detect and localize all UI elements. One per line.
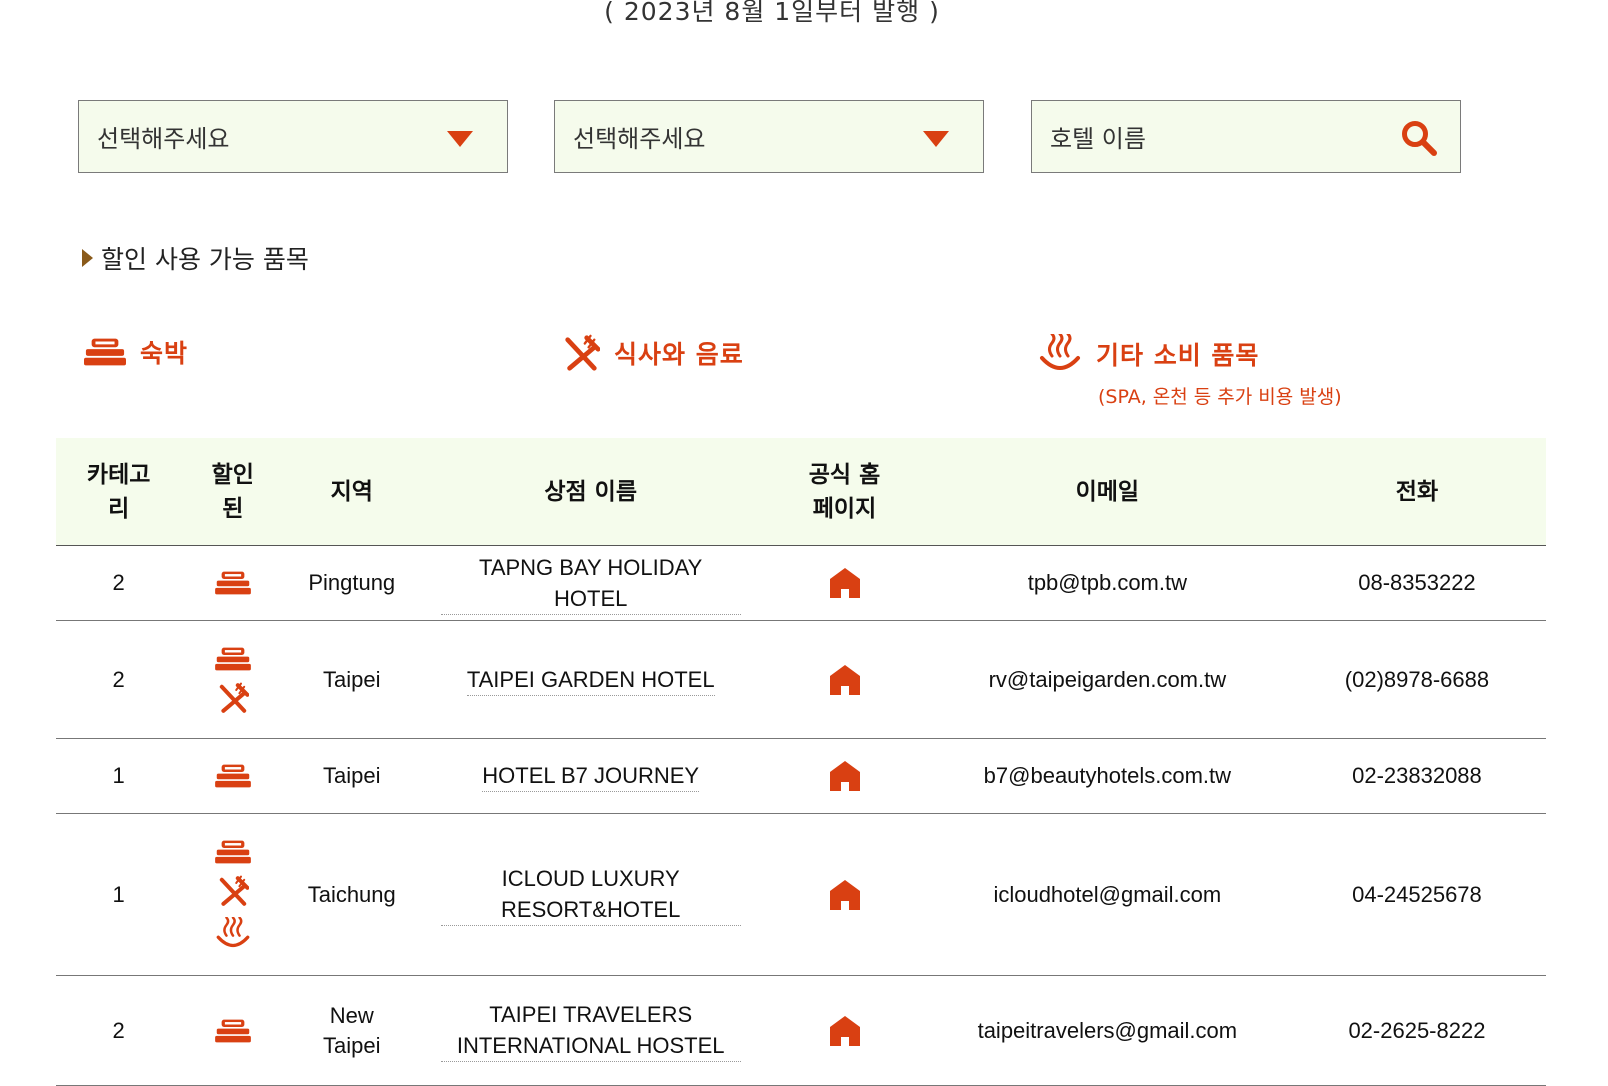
home-icon[interactable] — [829, 1015, 861, 1047]
cell-region: New Taipei — [284, 975, 420, 1086]
cell-store: ICLOUD LUXURY RESORT&HOTEL — [419, 813, 763, 976]
cell-discounts — [181, 813, 285, 976]
cell-discounts — [181, 738, 285, 814]
cell-region: Taichung — [284, 813, 420, 976]
section-title: 할인 사용 가능 품목 — [82, 240, 309, 276]
discount-icons — [181, 570, 284, 596]
table-row: 1 Taichung ICLOUD LUXURY RESORT&HOTEL iclou… — [56, 813, 1546, 976]
header-category: 카테고리 — [56, 438, 182, 546]
hot-spring-icon — [1038, 334, 1082, 374]
legend-dining: 식사와 음료 — [562, 334, 744, 372]
store-name-link[interactable]: ICLOUD LUXURY RESORT&HOTEL — [440, 863, 741, 926]
cell-discounts — [181, 545, 285, 621]
cell-store: HOTEL B7 JOURNEY — [419, 738, 763, 814]
chevron-down-icon — [923, 131, 949, 147]
cell-store: TAIPEI GARDEN HOTEL — [419, 620, 763, 739]
legend-dining-label: 식사와 음료 — [614, 340, 744, 369]
cell-homepage — [762, 975, 927, 1086]
bed-icon — [215, 763, 251, 789]
legend-other-label: 기타 소비 품목 — [1096, 341, 1260, 370]
table-header-row: 카테고리 할인된 지역 상점 이름 공식 홈페이지 이메일 전화 — [56, 438, 1546, 546]
hotel-search-input[interactable]: 호텔 이름 — [1031, 100, 1461, 173]
cell-email: tpb@tpb.com.tw — [926, 545, 1288, 621]
cell-region: Taipei — [284, 620, 420, 739]
legend-lodging-label: 숙박 — [140, 339, 189, 368]
cell-category: 2 — [56, 975, 182, 1086]
cell-store: TAPNG BAY HOLIDAY HOTEL — [419, 545, 763, 621]
category-select[interactable]: 선택해주세요 — [78, 100, 508, 173]
region-select[interactable]: 선택해주세요 — [554, 100, 984, 173]
hotel-search-placeholder: 호텔 이름 — [1050, 125, 1146, 153]
bed-icon — [215, 646, 251, 672]
cell-phone: 08-8353222 — [1287, 545, 1546, 621]
cell-region: Taipei — [284, 738, 420, 814]
fork-knife-icon — [562, 334, 600, 372]
cell-email: taipeitravelers@gmail.com — [926, 975, 1288, 1086]
cell-store: TAIPEI TRAVELERS INTERNATIONAL HOSTEL — [419, 975, 763, 1086]
hot-spring-icon — [215, 917, 251, 951]
cell-email: b7@beautyhotels.com.tw — [926, 738, 1288, 814]
home-icon[interactable] — [829, 664, 861, 696]
bed-icon — [215, 570, 251, 596]
header-homepage: 공식 홈페이지 — [762, 438, 927, 546]
header-store: 상점 이름 — [419, 438, 763, 546]
cell-homepage — [762, 738, 927, 814]
header-discount: 할인된 — [181, 438, 285, 546]
legend-other-note: (SPA, 온천 등 추가 비용 발생) — [1098, 386, 1342, 408]
triangle-bullet-icon — [82, 249, 93, 267]
cell-phone: 04-24525678 — [1287, 813, 1546, 976]
cell-category: 1 — [56, 738, 182, 814]
fork-knife-icon — [217, 875, 249, 907]
home-icon[interactable] — [829, 567, 861, 599]
table-body: 2 Pingtung TAPNG BAY HOLIDAY HOTEL tpb@tpb.… — [56, 545, 1546, 1086]
legend-other: 기타 소비 품목 — [1038, 334, 1259, 374]
home-icon[interactable] — [829, 760, 861, 792]
header-phone: 전화 — [1287, 438, 1546, 546]
region-select-value: 선택해주세요 — [573, 125, 706, 153]
home-icon[interactable] — [829, 879, 861, 911]
category-select-value: 선택해주세요 — [97, 125, 230, 153]
cell-phone: (02)8978-6688 — [1287, 620, 1546, 739]
table-row: 2 Pingtung TAPNG BAY HOLIDAY HOTEL tpb@tpb.… — [56, 545, 1546, 621]
fork-knife-icon — [217, 682, 249, 714]
cell-category: 2 — [56, 620, 182, 739]
section-title-text: 할인 사용 가능 품목 — [101, 245, 309, 274]
header-email: 이메일 — [926, 438, 1288, 546]
store-name-link[interactable]: TAIPEI TRAVELERS INTERNATIONAL HOSTEL — [440, 999, 741, 1062]
cell-category: 1 — [56, 813, 182, 976]
table-row: 2 New Taipei TAIPEI TRAVELERS INTERNATIONA… — [56, 975, 1546, 1086]
table-row: 2 Taipei TAIPEI GARDEN HOTEL rv@taipeigarde… — [56, 620, 1546, 739]
discount-icons — [181, 646, 284, 714]
discount-icons — [181, 839, 284, 951]
table-row: 1 Taipei HOTEL B7 JOURNEY b7@beautyhotels.c… — [56, 738, 1546, 814]
cell-homepage — [762, 813, 927, 976]
legend-lodging: 숙박 — [84, 334, 188, 370]
store-name-link[interactable]: TAPNG BAY HOLIDAY HOTEL — [440, 552, 741, 615]
cell-homepage — [762, 620, 927, 739]
cell-category: 2 — [56, 545, 182, 621]
cell-phone: 02-23832088 — [1287, 738, 1546, 814]
bed-icon — [84, 336, 126, 368]
discount-icons — [181, 763, 284, 789]
header-region: 지역 — [284, 438, 420, 546]
cell-homepage — [762, 545, 927, 621]
store-name-link[interactable]: HOTEL B7 JOURNEY — [482, 760, 700, 792]
bed-icon — [215, 839, 251, 865]
issue-date-note: ( 2023년 8월 1일부터 발행 ) — [604, 0, 940, 26]
discount-icons — [181, 1018, 284, 1044]
cell-email: icloudhotel@gmail.com — [926, 813, 1288, 976]
store-table: 카테고리 할인된 지역 상점 이름 공식 홈페이지 이메일 전화 2 Pingtu… — [56, 438, 1546, 1086]
cell-region: Pingtung — [284, 545, 420, 621]
bed-icon — [215, 1018, 251, 1044]
cell-discounts — [181, 620, 285, 739]
cell-email: rv@taipeigarden.com.tw — [926, 620, 1288, 739]
store-name-link[interactable]: TAIPEI GARDEN HOTEL — [466, 664, 715, 696]
search-icon[interactable] — [1400, 119, 1438, 163]
cell-discounts — [181, 975, 285, 1086]
chevron-down-icon — [447, 131, 473, 147]
cell-phone: 02-2625-8222 — [1287, 975, 1546, 1086]
